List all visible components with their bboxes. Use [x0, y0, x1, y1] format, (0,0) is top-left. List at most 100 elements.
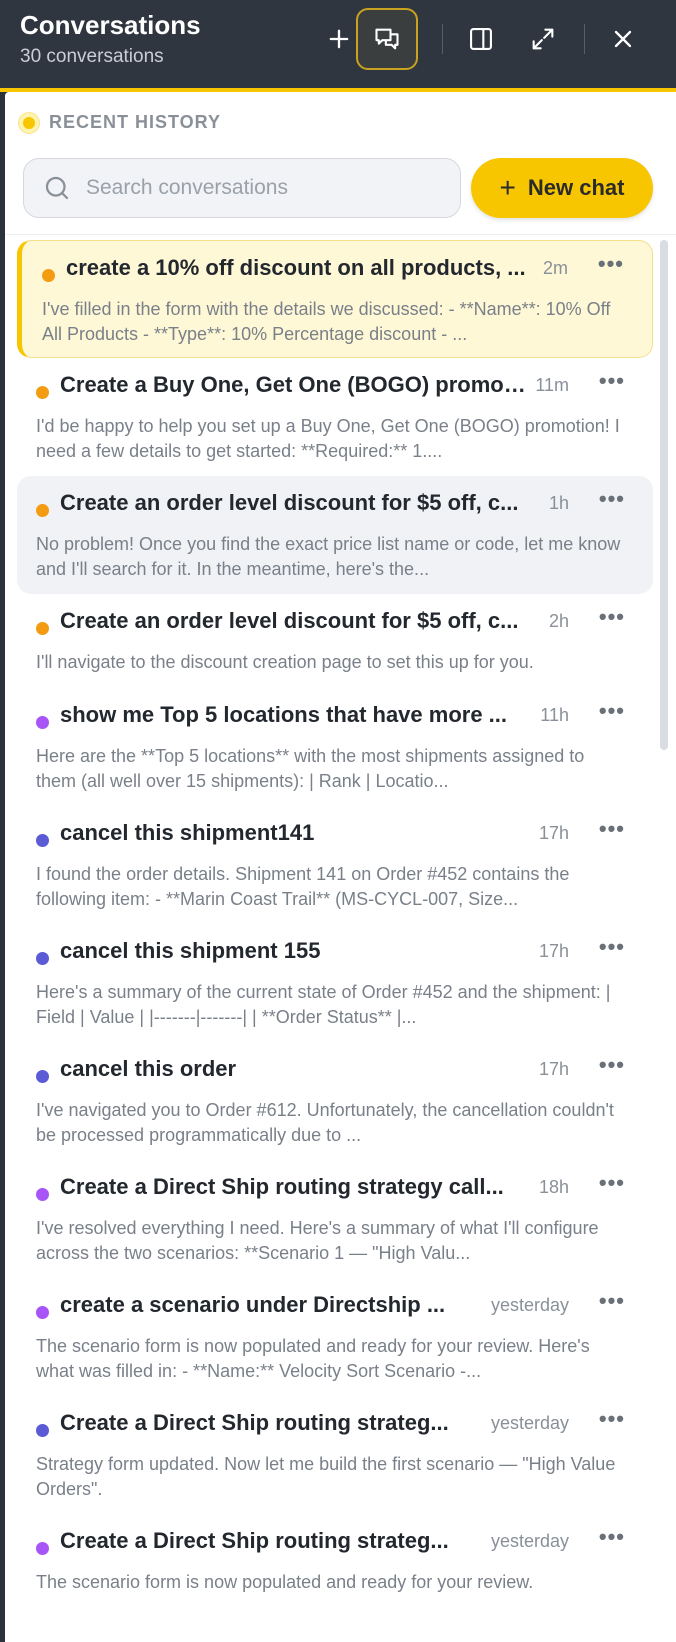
conversation-item[interactable]: Create an order level discount for $5 of… [17, 594, 653, 688]
conversation-title: create a scenario under Directship ... [60, 1292, 446, 1317]
conversation-item[interactable]: cancel this shipment141 17h ••• I found the… [17, 806, 653, 924]
plus-icon [329, 29, 349, 49]
more-dots-icon[interactable]: ••• [599, 368, 625, 394]
conversation-preview: I've filled in the form with the details… [42, 299, 611, 344]
conversation-status-dot [36, 1424, 49, 1437]
header-divider [584, 24, 585, 54]
conversation-timestamp: yesterday [490, 1531, 569, 1551]
close-icon [614, 30, 632, 48]
conversation-title: cancel this order [60, 1056, 237, 1081]
conversation-item[interactable]: create a 10% off discount on all product… [17, 240, 653, 358]
search-box[interactable] [23, 158, 461, 218]
conversation-status-dot [36, 716, 49, 729]
conversation-preview: I found the order details. Shipment 141 … [36, 864, 570, 909]
conversation-preview: The scenario form is now populated and r… [36, 1572, 534, 1592]
conversation-preview: I'll navigate to the discount creation p… [36, 652, 534, 672]
conversation-preview: Here's a summary of the current state of… [36, 982, 611, 1027]
section-title: RECENT HISTORY [49, 112, 222, 132]
conversation-title: Create a Direct Ship routing strateg... [60, 1528, 449, 1553]
conversation-timestamp: 18h [538, 1177, 569, 1197]
conversation-status-dot [36, 1306, 49, 1319]
conversation-timestamp: 1h [548, 493, 569, 513]
conversation-title: Create an order level discount for $5 of… [60, 490, 519, 515]
panel-header: Conversations 30 conversations [0, 0, 676, 92]
conversation-title: Create a Direct Ship routing strateg... [60, 1410, 449, 1435]
conversation-item[interactable]: show me Top 5 locations that have more .… [17, 688, 653, 806]
sidebar-mode-button[interactable] [452, 10, 510, 68]
conversation-timestamp: yesterday [490, 1295, 569, 1315]
header-divider [442, 24, 443, 54]
conversation-item[interactable]: Create a Direct Ship routing strateg... y… [17, 1396, 653, 1514]
chat-bubbles-icon [375, 28, 399, 50]
conversation-preview: I've navigated you to Order #612. Unfort… [36, 1100, 614, 1145]
scrollbar-thumb[interactable] [660, 240, 668, 750]
conversation-title: cancel this shipment141 [60, 820, 315, 845]
conversation-status-dot [36, 504, 49, 517]
expand-button[interactable] [514, 10, 572, 68]
conversation-title: Create a Buy One, Get One (BOGO) promoti… [60, 372, 528, 397]
conversation-timestamp: 17h [538, 1059, 569, 1079]
search-icon [45, 176, 69, 200]
conversation-list: create a 10% off discount on all product… [5, 240, 653, 1632]
more-dots-icon[interactable]: ••• [599, 1406, 625, 1432]
conversation-timestamp: 11h [540, 705, 569, 725]
more-dots-icon[interactable]: ••• [599, 816, 625, 842]
conversation-preview: Here are the **Top 5 locations** with th… [36, 746, 585, 791]
conversation-count: 30 conversations [20, 46, 164, 67]
conversation-preview: The scenario form is now populated and r… [36, 1336, 590, 1381]
conversation-title: Create an order level discount for $5 of… [60, 608, 519, 633]
conversation-preview: I've resolved everything I need. Here's … [36, 1218, 599, 1263]
more-dots-icon[interactable]: ••• [599, 486, 625, 512]
divider [5, 234, 676, 235]
conversation-title: cancel this shipment 155 [60, 938, 321, 963]
conversation-item[interactable]: Create an order level discount for $5 of… [17, 476, 653, 594]
more-dots-icon[interactable]: ••• [599, 698, 625, 724]
conversation-item[interactable]: cancel this order 17h ••• I've navigated yo… [17, 1042, 653, 1160]
close-button[interactable] [594, 10, 652, 68]
more-dots-icon[interactable]: ••• [599, 1288, 625, 1314]
more-dots-icon[interactable]: ••• [599, 934, 625, 960]
conversation-title: show me Top 5 locations that have more .… [60, 702, 508, 727]
conversation-preview: Strategy form updated. Now let me build … [36, 1454, 616, 1499]
more-dots-icon[interactable]: ••• [599, 1052, 625, 1078]
conversation-status-dot [36, 1188, 49, 1201]
search-input[interactable] [86, 176, 426, 200]
conversation-preview: I'd be happy to help you set up a Buy On… [36, 416, 620, 461]
new-chat-button[interactable]: + New chat [471, 158, 653, 218]
conversation-timestamp: yesterday [490, 1413, 569, 1433]
conversation-status-dot [36, 1542, 49, 1555]
conversation-panel: RECENT HISTORY + New chat create a 10% o… [5, 92, 676, 1642]
scrollbar[interactable] [660, 240, 668, 1640]
conversation-timestamp: 2h [548, 611, 569, 631]
plus-icon: + [499, 172, 516, 203]
conversation-status-dot [36, 952, 49, 965]
split-panel-icon [470, 28, 492, 50]
header-title: Conversations [20, 10, 201, 40]
conversation-timestamp: 2m [542, 258, 568, 278]
conversation-status-dot [36, 622, 49, 635]
more-dots-icon[interactable]: ••• [598, 251, 624, 277]
conversation-status-dot [36, 386, 49, 399]
conversation-timestamp: 17h [538, 823, 569, 843]
conversation-item[interactable]: create a scenario under Directship ... ye… [17, 1278, 653, 1396]
status-dot-icon [19, 112, 39, 133]
expand-arrows-icon [532, 28, 554, 50]
more-dots-icon[interactable]: ••• [599, 1524, 625, 1550]
conversation-preview: No problem! Once you find the exact pric… [36, 534, 621, 579]
conversation-item[interactable]: cancel this shipment 155 17h ••• Here's a s… [17, 924, 653, 1042]
conversation-item[interactable]: Create a Direct Ship routing strategy ca… [17, 1160, 653, 1278]
conversation-status-dot [36, 1070, 49, 1083]
conversation-status-dot [36, 834, 49, 847]
conversations-toggle-button[interactable] [356, 8, 418, 70]
more-dots-icon[interactable]: ••• [599, 604, 625, 630]
conversation-item[interactable]: Create a Direct Ship routing strateg... y… [17, 1514, 653, 1632]
section-header: RECENT HISTORY [19, 112, 221, 133]
conversation-title: Create a Direct Ship routing strategy ca… [60, 1174, 504, 1199]
new-chat-label: New chat [527, 175, 625, 200]
more-dots-icon[interactable]: ••• [599, 1170, 625, 1196]
conversation-status-dot [42, 269, 55, 282]
conversation-title: create a 10% off discount on all product… [66, 255, 526, 280]
conversation-item[interactable]: Create a Buy One, Get One (BOGO) promoti… [17, 358, 653, 476]
conversation-timestamp: 11m [535, 375, 569, 395]
conversation-timestamp: 17h [538, 941, 569, 961]
